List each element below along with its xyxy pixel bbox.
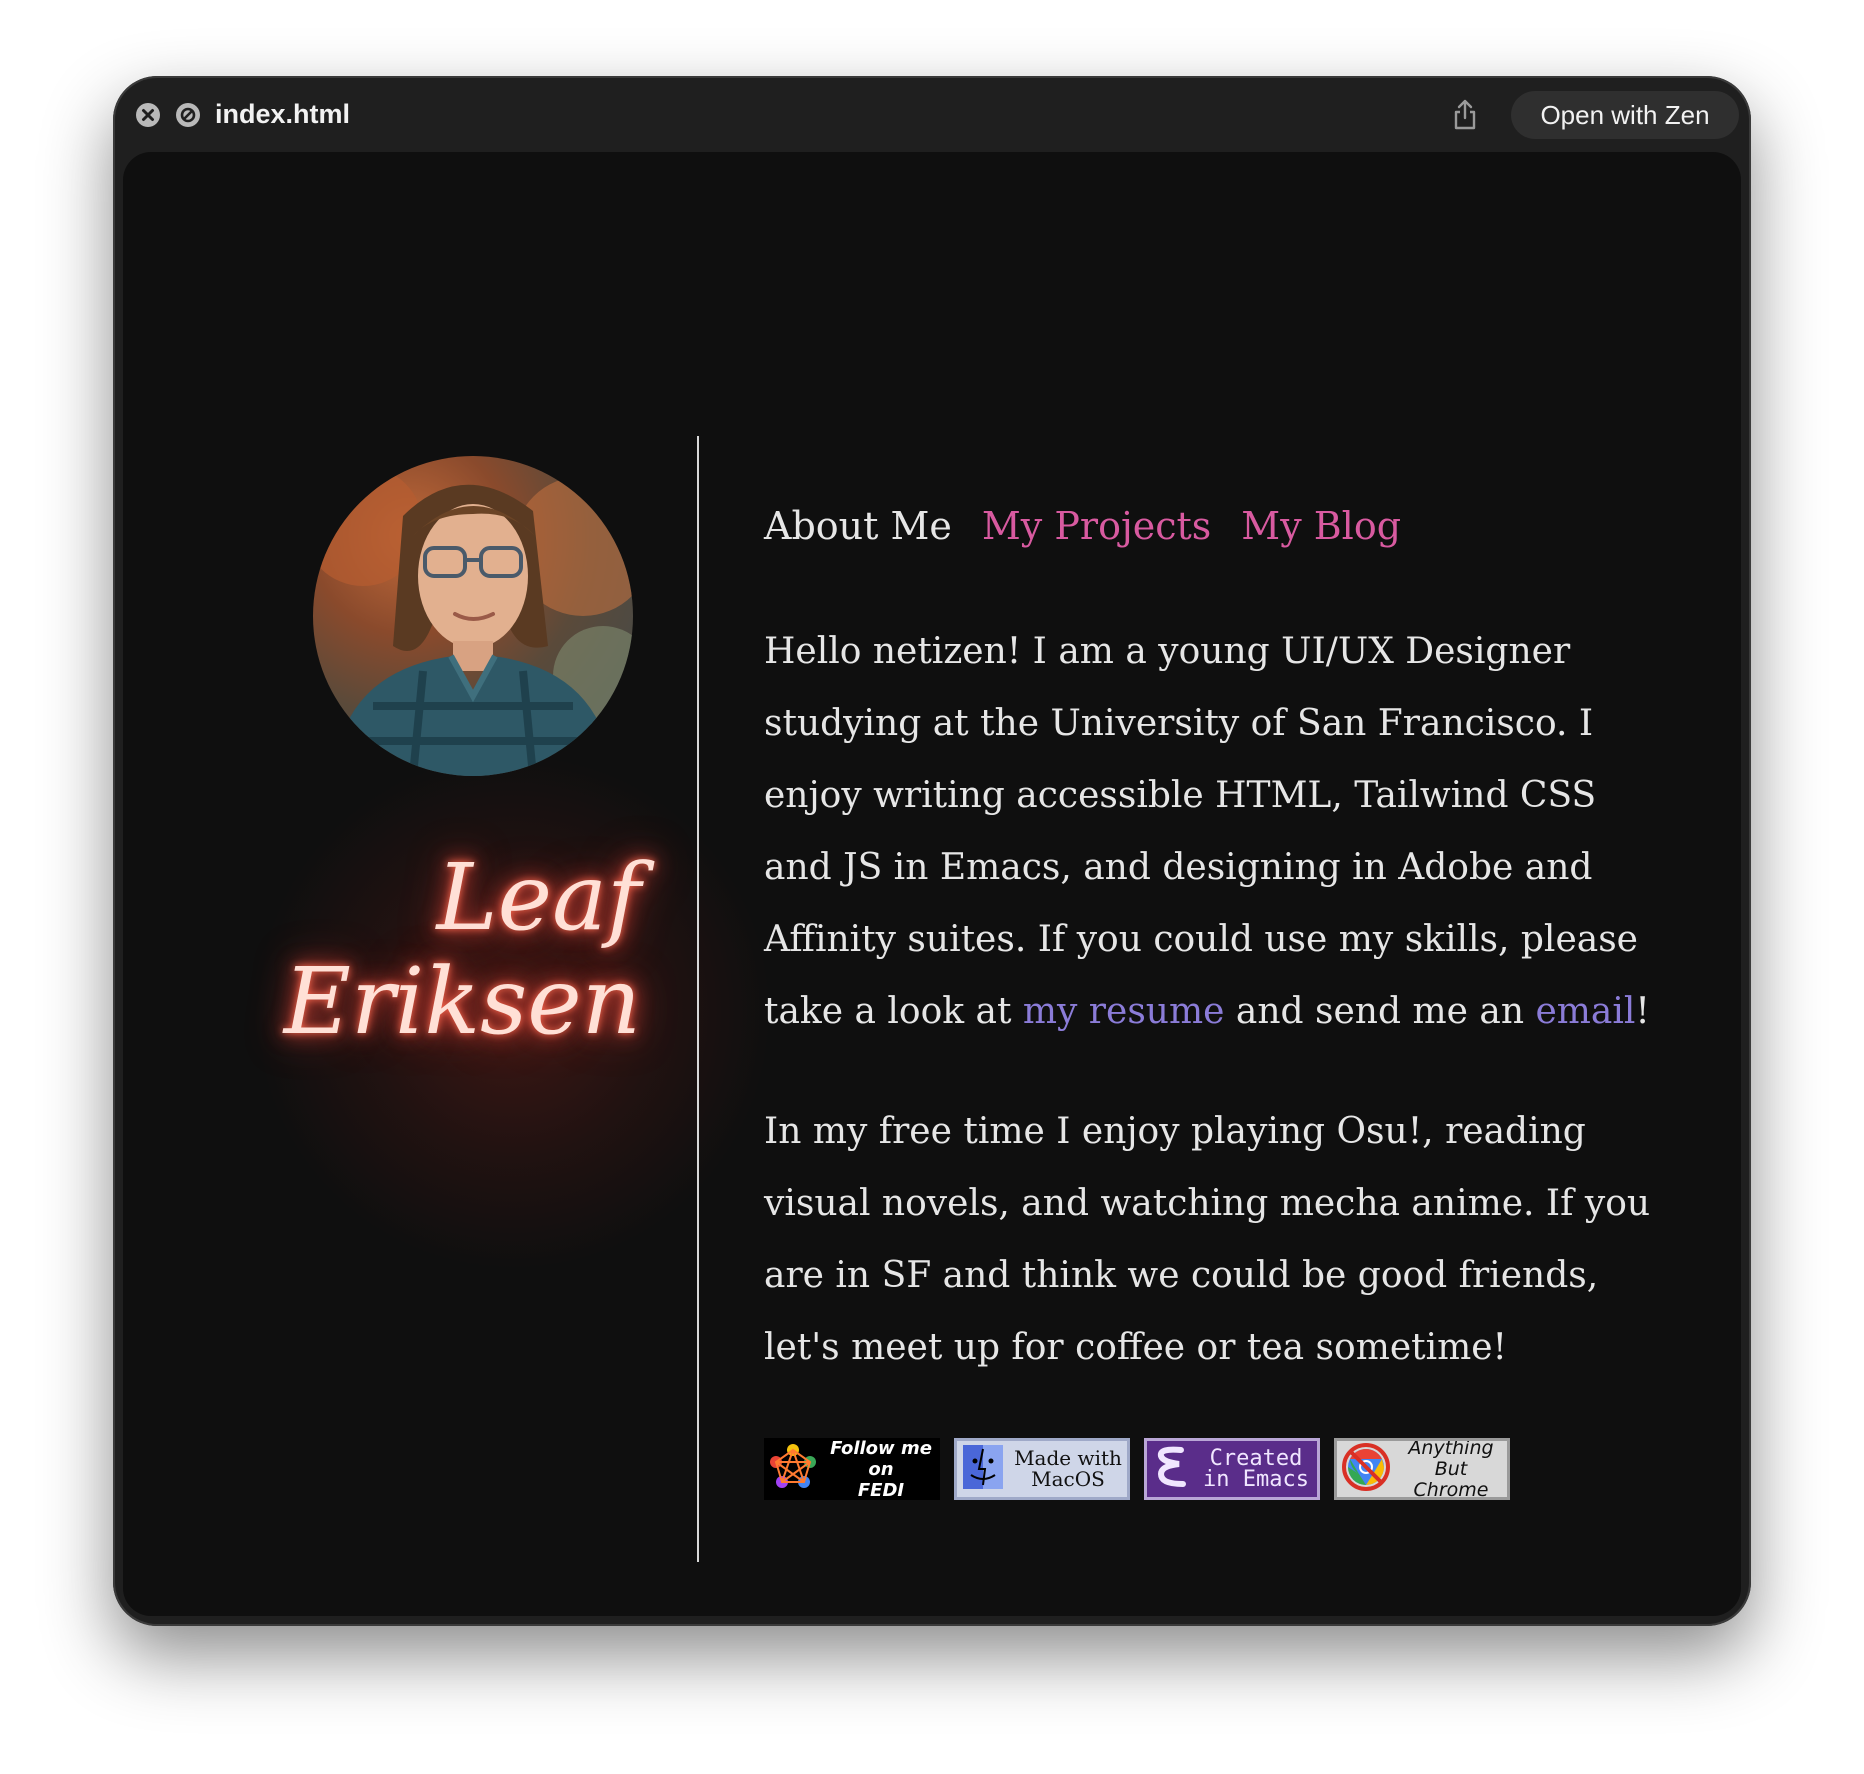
emacs-icon	[1151, 1442, 1191, 1496]
title-bar: index.html Open with Zen	[113, 76, 1751, 152]
name-heading: Leaf Eriksen	[241, 846, 641, 1054]
about-text-mid: and send me an	[1224, 991, 1536, 1032]
fediverse-icon	[768, 1442, 818, 1496]
macos-badge-label: Made with MacOS	[1014, 1446, 1122, 1491]
fedi-badge-label: Follow me on FEDI	[830, 1438, 932, 1500]
block-icon[interactable]	[176, 103, 200, 127]
no-chrome-icon	[1341, 1442, 1391, 1496]
anything-but-chrome-badge[interactable]: Anything But Chrome	[1334, 1438, 1510, 1500]
close-icon[interactable]	[136, 103, 160, 127]
last-name: Eriksen	[283, 948, 641, 1055]
chrome-badge-label: Anything But Chrome	[1408, 1438, 1494, 1500]
about-paragraph: Hello netizen! I am a young UI/UX Design…	[764, 616, 1664, 1048]
macos-badge[interactable]: Made with MacOS	[954, 1438, 1130, 1500]
emacs-badge[interactable]: Created in Emacs	[1144, 1438, 1320, 1500]
emacs-badge-label: Created in Emacs	[1203, 1446, 1309, 1492]
open-with-zen-button[interactable]: Open with Zen	[1511, 91, 1739, 139]
nav-about-me[interactable]: About Me	[764, 496, 952, 556]
hobbies-paragraph: In my free time I enjoy playing Osu!, re…	[764, 1111, 1651, 1368]
about-text: Hello netizen! I am a young UI/UX Design…	[764, 631, 1638, 1032]
badge-row: Follow me on FEDI Made with MacOS Create…	[764, 1438, 1510, 1500]
window-title: index.html	[215, 99, 351, 129]
email-link[interactable]: email	[1535, 991, 1635, 1032]
vertical-divider	[697, 436, 699, 1562]
about-text-end: !	[1635, 991, 1650, 1032]
nav-my-projects[interactable]: My Projects	[982, 496, 1211, 556]
mac-finder-icon	[961, 1443, 1005, 1495]
first-name: Leaf	[436, 844, 641, 951]
page-content: Leaf Eriksen About Me My Projects My Blo…	[123, 152, 1741, 1616]
nav-my-blog[interactable]: My Blog	[1241, 496, 1401, 556]
fedi-badge[interactable]: Follow me on FEDI	[764, 1438, 940, 1500]
resume-link[interactable]: my resume	[1023, 991, 1225, 1032]
avatar	[313, 456, 633, 776]
share-icon[interactable]	[1448, 98, 1482, 132]
main-nav: About Me My Projects My Blog	[764, 496, 1401, 556]
browser-window: index.html Open with Zen Leaf Eriksen Ab…	[113, 76, 1751, 1626]
